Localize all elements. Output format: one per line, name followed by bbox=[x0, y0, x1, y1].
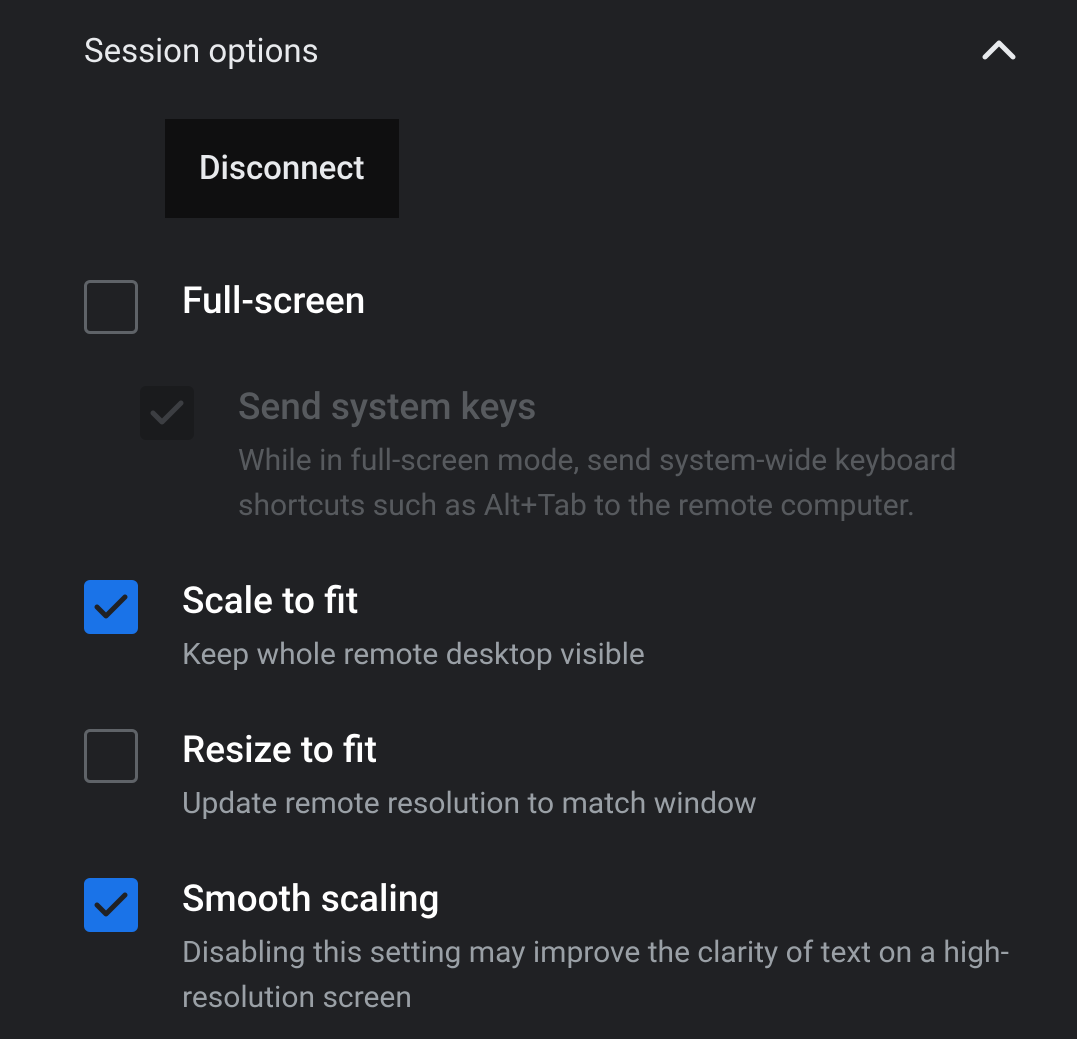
option-text-resize-to-fit: Resize to fit Update remote resolution t… bbox=[182, 727, 1037, 826]
checkbox-resize-to-fit[interactable] bbox=[84, 729, 138, 783]
section-title: Session options bbox=[84, 32, 319, 71]
check-icon bbox=[93, 891, 129, 919]
option-text-smooth-scaling: Smooth scaling Disabling this setting ma… bbox=[182, 876, 1037, 1020]
option-label-scale-to-fit: Scale to fit bbox=[182, 578, 1037, 626]
option-label-smooth-scaling: Smooth scaling bbox=[182, 876, 1037, 924]
check-icon bbox=[93, 593, 129, 621]
option-description-resize-to-fit: Update remote resolution to match window bbox=[182, 781, 1037, 826]
option-smooth-scaling[interactable]: Smooth scaling Disabling this setting ma… bbox=[0, 876, 1077, 1020]
checkbox-smooth-scaling[interactable] bbox=[84, 878, 138, 932]
chevron-up-icon[interactable] bbox=[981, 39, 1017, 65]
option-label-send-system-keys: Send system keys bbox=[238, 384, 1037, 432]
disconnect-wrapper: Disconnect bbox=[0, 119, 1077, 218]
option-label-resize-to-fit: Resize to fit bbox=[182, 727, 1037, 775]
checkbox-scale-to-fit[interactable] bbox=[84, 580, 138, 634]
session-options-header: Session options bbox=[0, 32, 1077, 71]
disconnect-button[interactable]: Disconnect bbox=[165, 119, 399, 218]
checkbox-fullscreen[interactable] bbox=[84, 280, 138, 334]
option-description-send-system-keys: While in full-screen mode, send system-w… bbox=[238, 438, 1037, 528]
check-icon bbox=[149, 399, 185, 427]
option-scale-to-fit[interactable]: Scale to fit Keep whole remote desktop v… bbox=[0, 578, 1077, 677]
option-fullscreen[interactable]: Full-screen bbox=[0, 278, 1077, 334]
checkbox-send-system-keys bbox=[140, 386, 194, 440]
option-description-smooth-scaling: Disabling this setting may improve the c… bbox=[182, 930, 1037, 1020]
option-label-fullscreen: Full-screen bbox=[182, 278, 1037, 326]
option-send-system-keys: Send system keys While in full-screen mo… bbox=[0, 384, 1077, 528]
option-resize-to-fit[interactable]: Resize to fit Update remote resolution t… bbox=[0, 727, 1077, 826]
option-text-fullscreen: Full-screen bbox=[182, 278, 1037, 330]
option-text-scale-to-fit: Scale to fit Keep whole remote desktop v… bbox=[182, 578, 1037, 677]
option-description-scale-to-fit: Keep whole remote desktop visible bbox=[182, 632, 1037, 677]
option-text-send-system-keys: Send system keys While in full-screen mo… bbox=[238, 384, 1037, 528]
